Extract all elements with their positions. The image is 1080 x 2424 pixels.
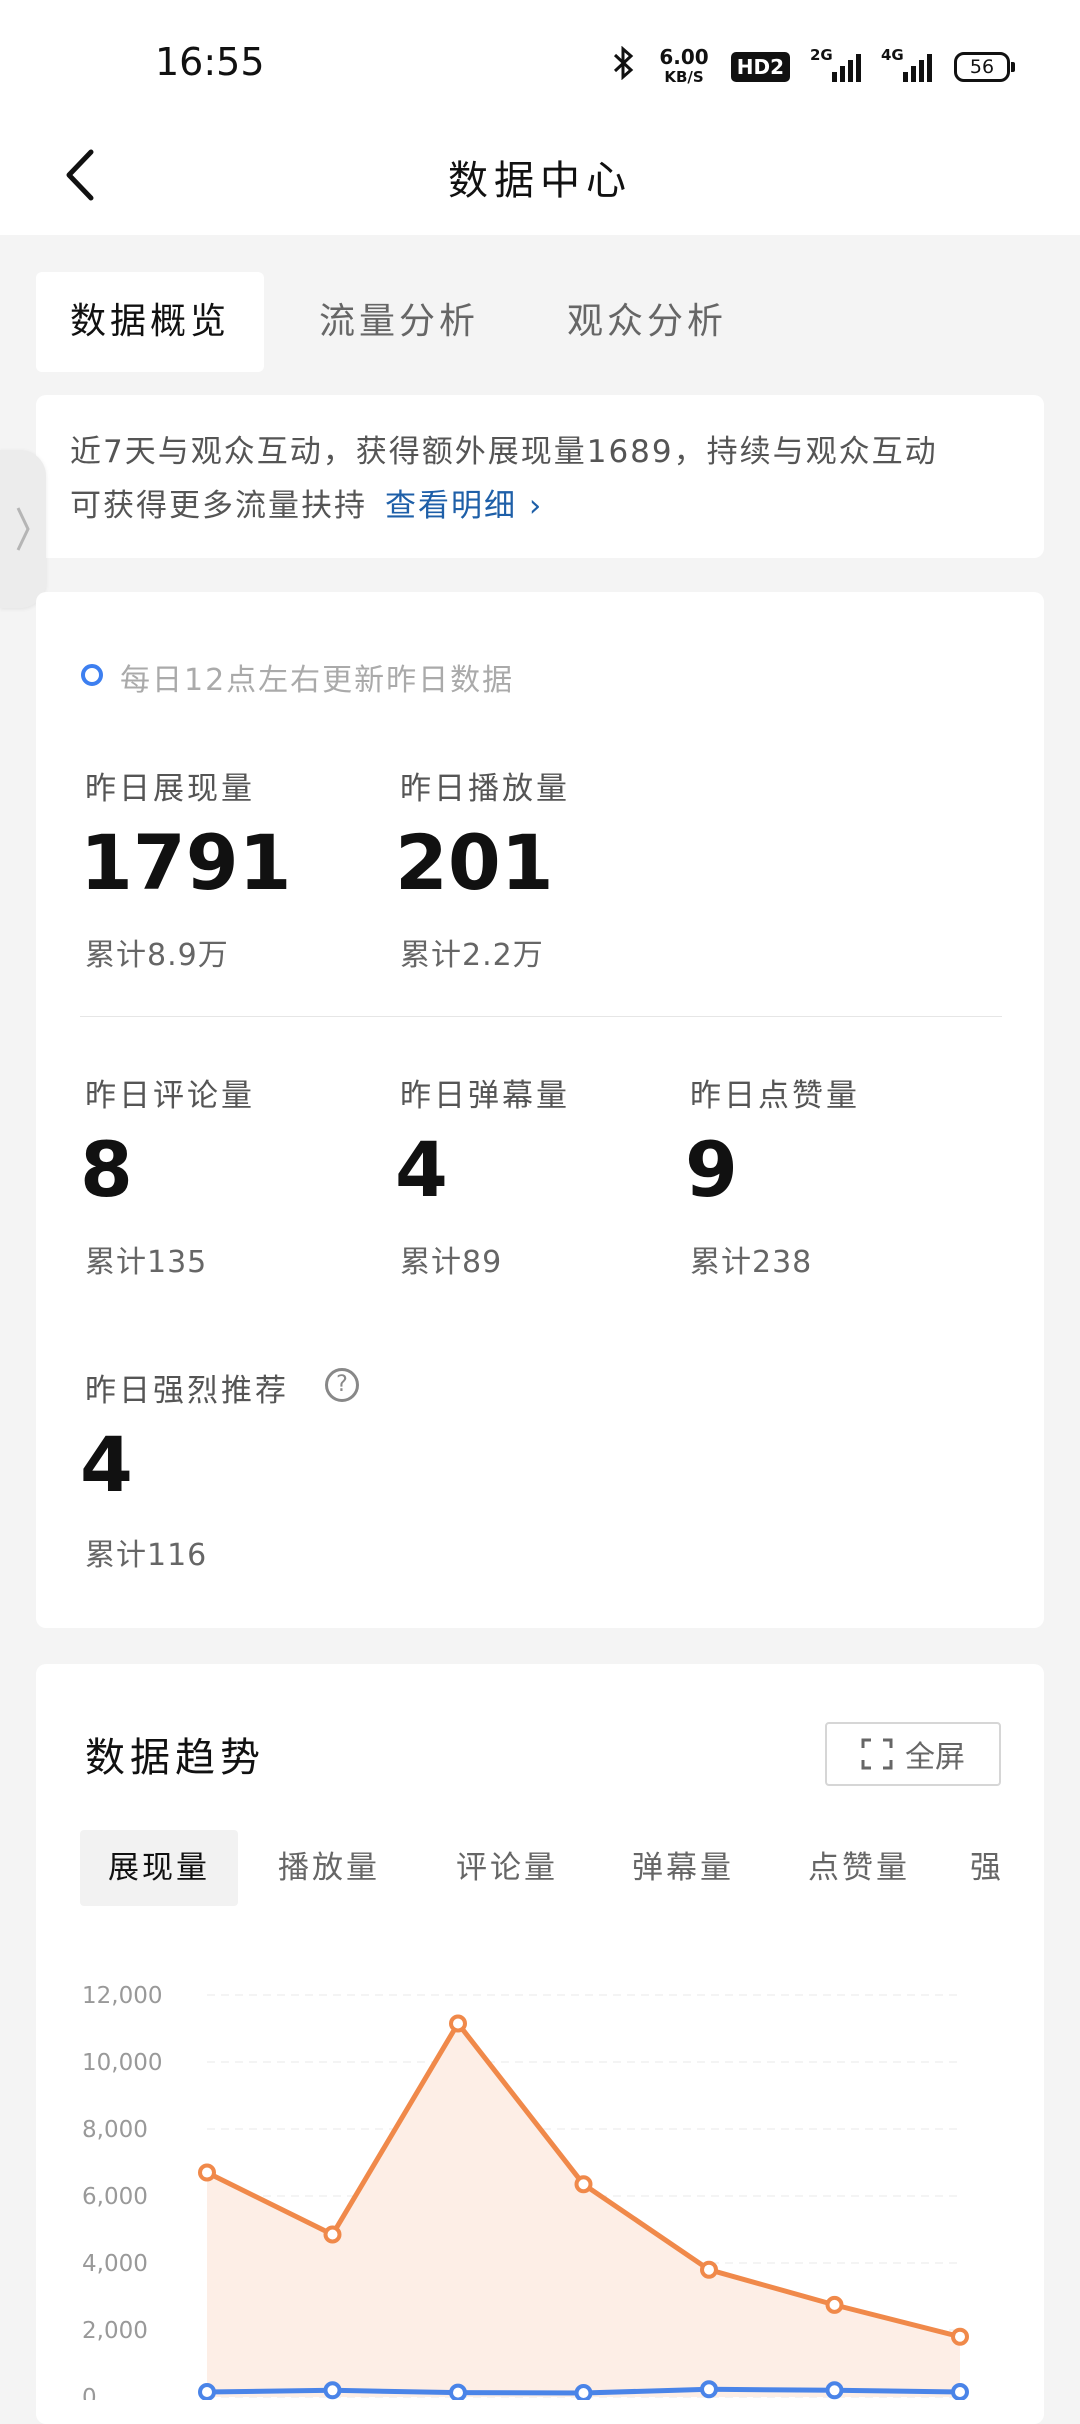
trend-chart: 12,000 10,000 8,000 6,000 4,000 2,000 0 — [82, 1983, 969, 2400]
signal-icon: 2G — [810, 46, 861, 82]
likes-value: 9 — [685, 1125, 738, 1214]
help-icon[interactable]: ? — [325, 1368, 359, 1402]
net-speed-unit: KB/S — [664, 67, 704, 86]
fullscreen-button[interactable]: 全屏 — [825, 1722, 1001, 1786]
recommend-label: 昨日强烈推荐 — [85, 1373, 289, 1409]
likes-total: 累计238 — [690, 1245, 813, 1280]
notice-line-2: 可获得更多流量扶持 查看明细 › — [70, 479, 1020, 533]
series-0-point[interactable] — [951, 2327, 969, 2346]
metric-tab-likes[interactable]: 点赞量 — [780, 1830, 938, 1906]
metric-tab-comments[interactable]: 评论量 — [428, 1830, 586, 1906]
signal-1-label: 2G — [810, 45, 833, 64]
series-1-point[interactable] — [825, 2381, 844, 2400]
metric-tab-danmaku[interactable]: 弹幕量 — [604, 1830, 762, 1906]
status-time: 16:55 — [155, 40, 265, 84]
plays-total: 累计2.2万 — [400, 938, 544, 973]
plays-value: 201 — [395, 818, 554, 907]
trend-title: 数据趋势 — [85, 1735, 265, 1781]
comments-label: 昨日评论量 — [85, 1078, 255, 1114]
series-0-point[interactable] — [449, 2014, 467, 2033]
status-icons: 6.00 KB/S HD2 2G 4G 56 — [611, 45, 1015, 87]
fullscreen-label: 全屏 — [905, 1740, 965, 1775]
comments-value: 8 — [80, 1125, 133, 1214]
info-dot-icon — [81, 664, 103, 686]
notice-line-1: 近7天与观众互动，获得额外展现量1689，持续与观众互动 — [70, 434, 938, 470]
divider — [80, 1016, 1002, 1017]
y-tick-label: 2,000 — [82, 2318, 148, 2344]
battery-icon: 56 — [954, 51, 1015, 82]
series-1-point[interactable] — [574, 2383, 593, 2400]
y-tick-label: 0 — [82, 2385, 97, 2400]
impressions-label: 昨日展现量 — [85, 771, 255, 807]
series-1-point[interactable] — [323, 2381, 342, 2400]
metric-tab-plays[interactable]: 播放量 — [250, 1830, 408, 1906]
side-drawer-handle[interactable] — [0, 450, 46, 608]
series-1-point[interactable] — [951, 2382, 969, 2400]
page-title: 数据中心 — [448, 158, 632, 204]
signal-2-label: 4G — [881, 45, 904, 64]
chevron-right-icon — [16, 507, 30, 551]
notice-line-2-text: 可获得更多流量扶持 — [70, 488, 367, 524]
metric-tab-recommend[interactable]: 强 — [970, 1830, 1002, 1906]
series-0-point[interactable] — [323, 2225, 342, 2244]
y-tick-label: 8,000 — [82, 2117, 148, 2143]
danmaku-label: 昨日弹幕量 — [400, 1078, 570, 1114]
tab-traffic-analysis[interactable]: 流量分析 — [285, 272, 513, 372]
plays-label: 昨日播放量 — [400, 771, 570, 807]
series-0-point[interactable] — [825, 2295, 844, 2314]
y-tick-label: 6,000 — [82, 2184, 148, 2210]
bluetooth-icon — [611, 45, 637, 87]
comments-total: 累计135 — [85, 1245, 208, 1280]
series-1-point[interactable] — [198, 2382, 216, 2400]
series-1-point[interactable] — [700, 2380, 718, 2399]
series-0-point[interactable] — [574, 2175, 593, 2194]
danmaku-total: 累计89 — [400, 1245, 503, 1280]
notice-text: 近7天与观众互动，获得额外展现量1689，持续与观众互动 可获得更多流量扶持 查看… — [70, 425, 1020, 533]
signal-icon: 4G — [881, 46, 932, 82]
recommend-value: 4 — [80, 1420, 133, 1509]
series-0-area — [207, 2023, 960, 2397]
impressions-total: 累计8.9万 — [85, 938, 229, 973]
y-tick-label: 10,000 — [82, 2050, 162, 2076]
net-speed-value: 6.00 — [659, 44, 709, 69]
metric-tabs: 展现量 播放量 评论量 弹幕量 点赞量 强 — [80, 1830, 1002, 1906]
update-note: 每日12点左右更新昨日数据 — [120, 663, 515, 698]
metric-tab-impressions[interactable]: 展现量 — [80, 1830, 238, 1906]
impressions-value: 1791 — [80, 818, 292, 907]
danmaku-value: 4 — [395, 1125, 448, 1214]
view-details-link[interactable]: 查看明细 › — [385, 488, 543, 524]
series-1-point[interactable] — [449, 2383, 467, 2400]
series-0-point[interactable] — [700, 2260, 718, 2279]
fullscreen-icon — [861, 1738, 893, 1770]
likes-label: 昨日点赞量 — [690, 1078, 860, 1114]
series-0-point[interactable] — [198, 2163, 216, 2182]
net-speed: 6.00 KB/S — [659, 47, 708, 87]
recommend-total: 累计116 — [85, 1538, 208, 1573]
y-tick-label: 4,000 — [82, 2251, 148, 2277]
tab-overview[interactable]: 数据概览 — [36, 272, 264, 372]
hd-badge: HD2 — [730, 51, 790, 82]
tab-audience-analysis[interactable]: 观众分析 — [533, 272, 761, 372]
y-tick-label: 12,000 — [82, 1983, 162, 2009]
